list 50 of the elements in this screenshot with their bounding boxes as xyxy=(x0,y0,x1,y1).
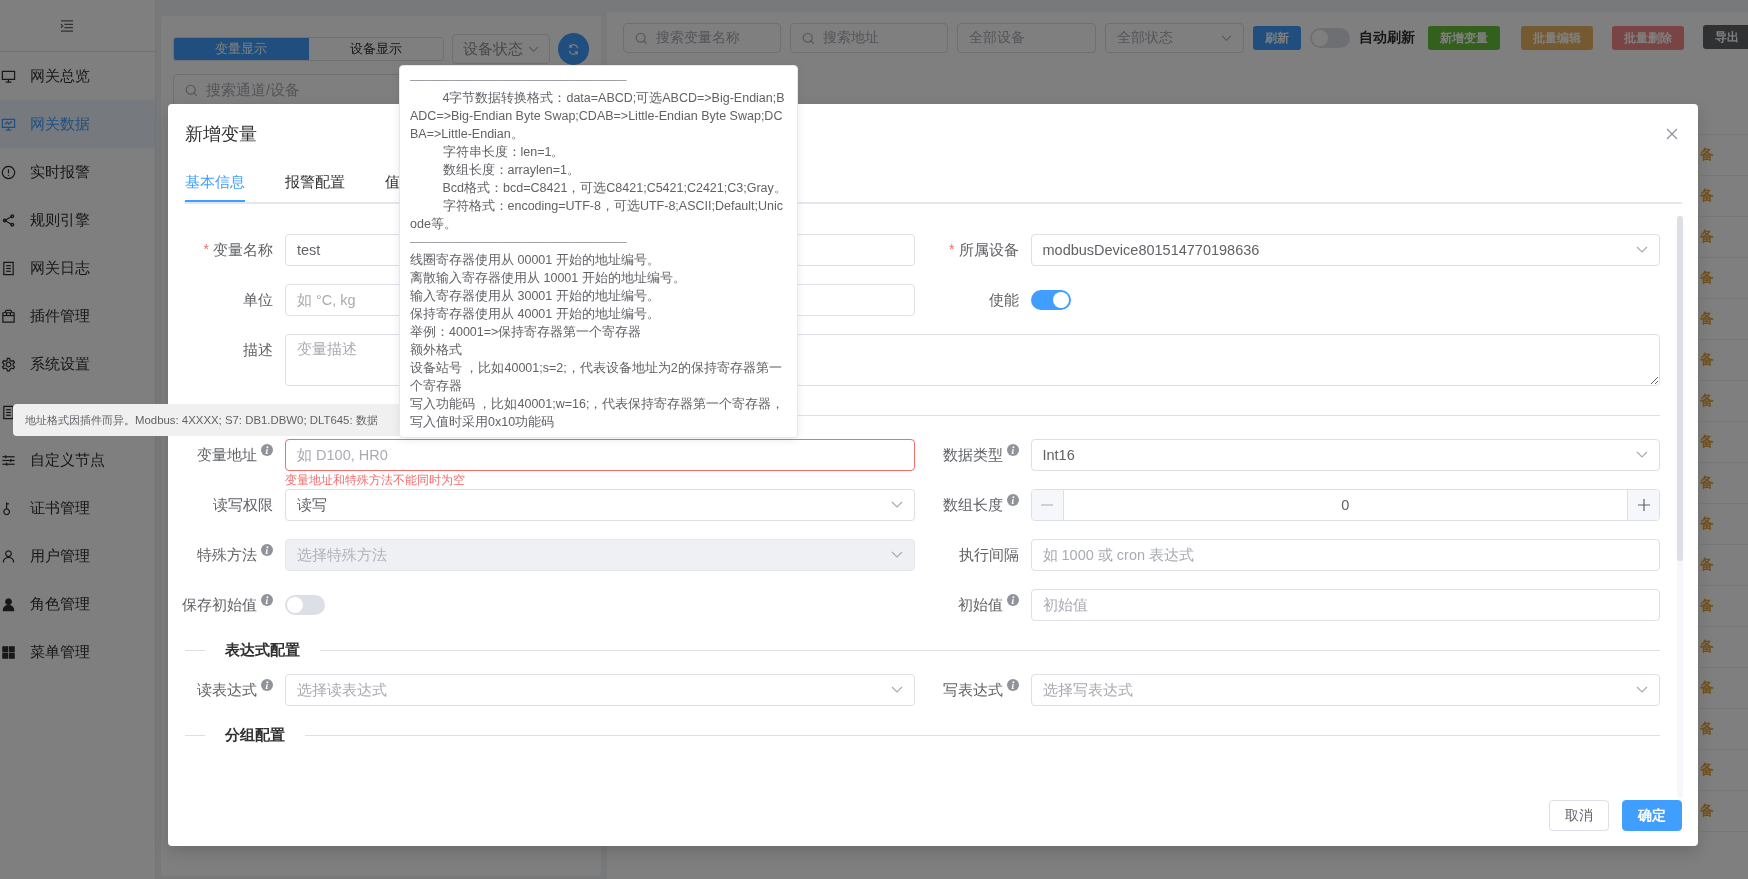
required-mark: * xyxy=(203,241,209,257)
field-label: 数据类型 xyxy=(942,446,1003,465)
field-label: 保存初始值 xyxy=(182,596,257,615)
tooltip-line: —————————————————— xyxy=(410,234,628,251)
tooltip-text: 地址格式因插件而异。Modbus: 4XXXX; S7: DB1.DBW0; DLT645: 数据 xyxy=(25,412,378,428)
table-cell-text: 备 xyxy=(1700,392,1715,410)
table-cell-text: 备 xyxy=(1700,187,1715,205)
table-cell-text: 备 xyxy=(1700,802,1715,820)
table-cell-text: 备 xyxy=(1700,310,1715,328)
table-cell-text: 备 xyxy=(1700,679,1715,697)
field-label: 写表达式 xyxy=(942,681,1003,700)
tooltip-line: 离散输入寄存器使用从 10001 开始的地址编号。 xyxy=(410,270,687,287)
field-label: 变量名称 xyxy=(213,241,273,260)
field-label: 使能 xyxy=(988,291,1019,310)
section-title: 表达式配置 xyxy=(224,640,301,660)
field-label: 描述 xyxy=(243,341,273,360)
required-mark: * xyxy=(949,241,955,257)
field-label: 初始值 xyxy=(957,596,1003,615)
tooltip-line: 字符格式：encoding=UTF-8，可选UTF-8;ASCII;Default;Unicode等。 xyxy=(410,198,785,233)
field-label: 单位 xyxy=(243,291,273,310)
field-label: 读表达式 xyxy=(197,681,257,700)
table-cell-text: 备 xyxy=(1700,597,1715,615)
table-cell-text: 备 xyxy=(1700,474,1715,492)
tooltip-line: 线圈寄存器使用从 00001 开始的地址编号。 xyxy=(410,252,661,269)
table-cell-text: 备 xyxy=(1700,146,1715,164)
table-cell-text: 备 xyxy=(1700,638,1715,656)
table-cell-text: 备 xyxy=(1700,761,1715,779)
tooltip-line: 数组长度：arraylen=1。 xyxy=(441,162,581,179)
tooltip-line: 写入功能码 ，比如40001;w=16;，代表保持寄存器第一个寄存器，写入值时采用0x10功能码 xyxy=(410,396,786,431)
error-message: 变量地址和特殊方法不能同时为空 xyxy=(285,472,466,489)
tooltip-line: 输入寄存器使用从 30001 开始的地址编号。 xyxy=(410,288,661,305)
table-cell-text: 备 xyxy=(1700,556,1715,574)
field-label: 执行间隔 xyxy=(958,546,1019,565)
field-label: 读写权限 xyxy=(213,496,273,515)
table-cell-text: 备 xyxy=(1700,351,1715,369)
field-label: 特殊方法 xyxy=(197,546,257,565)
tooltip-line: 额外格式 xyxy=(410,342,463,359)
table-cell-text: 备 xyxy=(1700,515,1715,533)
table-cell-text: 备 xyxy=(1700,269,1715,287)
field-label: 变量地址 xyxy=(197,446,257,465)
table-cell-text: 备 xyxy=(1700,720,1715,738)
table-cell-text: 备 xyxy=(1700,228,1715,246)
dialog-title: 新增变量 xyxy=(185,123,257,146)
field-label: 所属设备 xyxy=(958,241,1019,260)
field-label: 数组长度 xyxy=(942,496,1003,515)
tooltip-line: 字符串长度：len=1。 xyxy=(441,144,566,161)
auto-refresh-label: 自动刷新 xyxy=(1359,29,1415,47)
tooltip-line: Bcd格式：bcd=C8421，可选C8421;C5421;C2421;C3;Gray。 xyxy=(441,180,787,197)
table-cell-text: 备 xyxy=(1700,433,1715,451)
section-title: 分组配置 xyxy=(224,725,286,745)
